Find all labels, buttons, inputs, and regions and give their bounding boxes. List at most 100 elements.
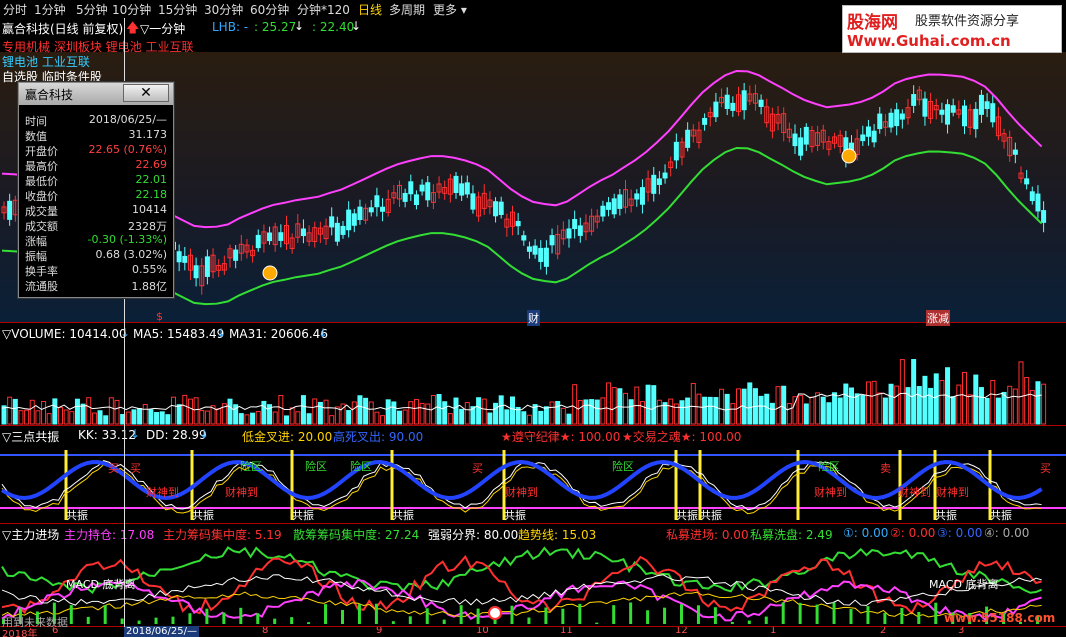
chart-mark bbox=[538, 247, 544, 262]
histogram-bar bbox=[934, 602, 938, 624]
chart-mark bbox=[1029, 191, 1035, 202]
volume-bar bbox=[589, 399, 595, 425]
marker-zhangjian[interactable]: 涨减 bbox=[926, 310, 950, 326]
volume-bar bbox=[459, 408, 465, 425]
chart-mark bbox=[340, 225, 346, 235]
chart-mark bbox=[532, 245, 538, 255]
volume-bar bbox=[928, 387, 934, 425]
signal-label: 买 bbox=[108, 462, 119, 475]
histogram-bar bbox=[307, 622, 311, 624]
signal-label: 财神到 bbox=[146, 485, 179, 499]
data-window-row: 收盘价 22.18 bbox=[25, 188, 167, 203]
zhuli-title[interactable]: ▽主力进场 bbox=[2, 526, 59, 543]
volume-bar bbox=[74, 398, 80, 425]
volume-bar bbox=[295, 411, 301, 425]
chart-mark bbox=[1024, 178, 1030, 185]
gongzhen-label: 共振 bbox=[676, 508, 698, 522]
axis-tick: 2018年 bbox=[2, 629, 38, 637]
signal-label: 买 bbox=[1040, 462, 1051, 475]
volume-bar bbox=[939, 379, 945, 425]
volume-bar bbox=[611, 387, 617, 425]
chart-mark bbox=[300, 228, 306, 237]
volume-bar bbox=[464, 402, 470, 425]
row-value: 22.69 bbox=[135, 158, 168, 171]
site-logo: 股海网 股票软件资源分享 Www.Guhai.com.cn bbox=[842, 5, 1062, 53]
histogram-bar bbox=[815, 604, 819, 624]
chart-mark bbox=[656, 178, 662, 185]
volume-bar bbox=[402, 409, 408, 425]
sandian-title[interactable]: ▽三点共振 bbox=[2, 428, 59, 445]
volume-bar bbox=[656, 399, 662, 425]
histogram-bar bbox=[595, 622, 599, 624]
volume-bar bbox=[159, 411, 165, 425]
volume-bar bbox=[125, 411, 131, 425]
volume-bar bbox=[583, 399, 589, 425]
histogram-bar bbox=[764, 616, 768, 624]
row-value: 10414 bbox=[132, 203, 167, 216]
chart-mark bbox=[871, 130, 877, 143]
volume-bar bbox=[623, 392, 628, 425]
close-icon[interactable]: ✕ bbox=[123, 84, 169, 102]
volume-bar bbox=[289, 407, 295, 425]
row-key: 开盘价 bbox=[25, 145, 58, 158]
logo-url: Www.Guhai.com.cn bbox=[847, 32, 1011, 50]
volume-bar bbox=[187, 398, 193, 425]
volume-bar bbox=[97, 410, 103, 425]
volume-bar bbox=[380, 415, 386, 425]
histogram-bar bbox=[680, 604, 683, 624]
volume-bar bbox=[18, 410, 24, 425]
chart-mark bbox=[662, 172, 668, 179]
marker-cai[interactable]: 财 bbox=[527, 310, 540, 326]
volume-bar bbox=[543, 406, 549, 425]
chart-mark bbox=[1041, 210, 1047, 223]
volume-bar bbox=[1035, 381, 1041, 425]
volume-bar bbox=[549, 401, 555, 425]
volume-bar bbox=[510, 396, 515, 425]
volume-bar bbox=[114, 399, 120, 425]
volume-bar bbox=[351, 401, 357, 425]
row-value: 22.18 bbox=[135, 188, 168, 201]
chart-mark bbox=[984, 101, 990, 110]
histogram-bar bbox=[341, 609, 344, 624]
chart-mark bbox=[865, 126, 871, 137]
histogram-bar bbox=[459, 605, 463, 624]
volume-bar bbox=[685, 397, 691, 425]
chart-mark bbox=[950, 105, 956, 113]
histogram-bar bbox=[510, 605, 514, 624]
histogram-bar bbox=[357, 604, 361, 624]
volume-bar bbox=[317, 401, 323, 425]
signal-label: 财神到 bbox=[936, 485, 969, 499]
volume-bar bbox=[606, 382, 612, 425]
chart-mark bbox=[543, 247, 549, 267]
volume-bar bbox=[521, 411, 527, 425]
row-key: 收盘价 bbox=[25, 190, 58, 203]
chart-mark bbox=[860, 134, 866, 142]
divider bbox=[0, 523, 1066, 524]
volume-bar bbox=[425, 403, 431, 425]
marker-dollar[interactable]: $ bbox=[156, 310, 163, 323]
chart-mark bbox=[526, 246, 532, 252]
chart-mark bbox=[351, 213, 357, 226]
volume-bar bbox=[255, 410, 261, 425]
volume-bar bbox=[984, 397, 990, 425]
volume-bar bbox=[278, 394, 284, 425]
volume-bar bbox=[990, 379, 996, 425]
row-key: 成交额 bbox=[25, 220, 58, 233]
chart-mark bbox=[877, 113, 883, 130]
macd-divergence-1: MACD 底背离 bbox=[66, 578, 136, 591]
volume-bar bbox=[832, 392, 838, 425]
volume-bar bbox=[504, 409, 510, 425]
data-window-titlebar[interactable]: 赢合科技 ✕ bbox=[19, 83, 173, 105]
chart-mark bbox=[572, 219, 578, 230]
volume-bar bbox=[312, 398, 318, 425]
histogram-bar bbox=[747, 620, 751, 624]
volume-bar bbox=[826, 402, 832, 425]
sandian-kk: KK: 33.12 bbox=[78, 428, 136, 442]
zhuli-c2: ②: 0.00 bbox=[890, 526, 936, 540]
data-window[interactable]: 赢合科技 ✕ 时间 2018/06/25/— 数值 31.173 开盘价 22.65 (0… bbox=[18, 82, 174, 298]
volume-bar bbox=[29, 399, 35, 425]
histogram-bar bbox=[730, 621, 734, 624]
chart-mark bbox=[346, 209, 352, 231]
chart-mark bbox=[267, 232, 273, 242]
volume-bar bbox=[995, 397, 1001, 425]
